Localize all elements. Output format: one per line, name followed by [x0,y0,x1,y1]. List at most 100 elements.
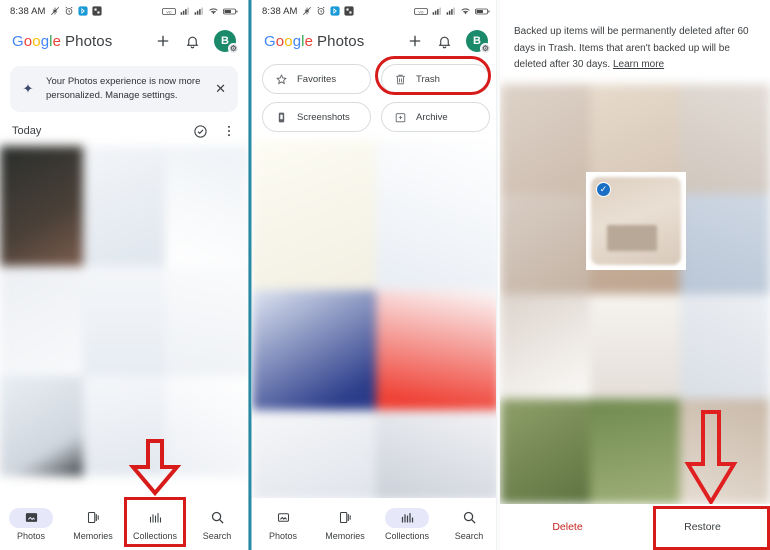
photo-thumbnail[interactable] [376,140,500,290]
photo-thumbnail[interactable] [680,293,770,399]
delete-button[interactable]: Delete [500,521,635,533]
nav-item-photos[interactable]: Photos [252,498,314,550]
photo-thumbnail[interactable] [82,265,166,376]
photo-grid-row [252,290,500,410]
chip-trash[interactable]: Trash [381,64,490,94]
status-bar-right: VO [162,6,238,16]
signal-sim1-icon [180,6,190,16]
photo-thumbnail[interactable] [0,375,83,476]
add-icon[interactable] [155,33,171,49]
panel-collections: 8:38 AM VO Google Photos B ⚙ Favorites T… [252,0,500,550]
bell-icon[interactable] [437,34,452,49]
nav-label-search: Search [202,530,232,541]
bluetooth-icon [77,6,88,16]
learn-more-link[interactable]: Learn more [613,59,664,70]
chip-archive[interactable]: Archive [381,102,490,132]
star-icon [275,73,288,86]
app-bar: Google Photos B ⚙ [0,22,248,60]
memories-icon [323,508,367,528]
avatar[interactable]: B ⚙ [466,30,491,54]
more-vertical-icon[interactable] [222,124,236,138]
photo-thumbnail[interactable] [500,83,590,194]
nav-item-search[interactable]: Search [186,498,248,550]
screenshot-stage: 8:38 AM VO Google Photos B ⚙ ✦ Your Phot… [0,0,770,550]
photo-thumbnail[interactable] [252,410,376,500]
avatar[interactable]: B ⚙ [214,30,239,54]
vowifi-icon: VO [414,7,428,16]
check-circle-icon[interactable] [193,124,208,139]
photo-icon [9,507,53,528]
photo-thumbnail[interactable] [680,398,770,504]
status-bar: 8:38 AM VO [252,0,500,22]
chip-row: Favorites Trash [262,64,490,94]
trash-grid-blur [500,83,770,504]
photo-grid[interactable] [252,140,500,500]
gear-icon: ⚙ [228,43,239,54]
photo-thumbnail[interactable] [376,410,500,500]
status-bar-left: 8:38 AM [10,6,102,17]
app-icon [91,6,102,16]
photo-thumbnail[interactable] [680,193,770,294]
restore-button[interactable]: Restore [635,521,770,533]
nav-item-photos[interactable]: Photos [0,498,62,550]
photo-grid[interactable] [0,145,248,476]
nav-item-memories[interactable]: Memories [62,498,124,550]
photo-thumbnail[interactable] [82,145,166,266]
chip-favorites[interactable]: Favorites [262,64,371,94]
photo-grid-row [0,145,248,266]
app-bar: Google Photos B ⚙ [252,22,500,60]
photo-thumbnail[interactable] [82,375,166,476]
nav-label-collections: Collections [384,530,430,541]
wifi-icon [460,6,471,16]
photo-thumbnail[interactable] [165,375,248,476]
alarm-icon [316,6,326,16]
photo-thumbnail[interactable] [0,265,83,376]
trash-icon [394,73,407,86]
bell-icon[interactable] [185,34,200,49]
nav-item-collections[interactable]: Collections [376,498,438,550]
check-icon[interactable]: ✓ [596,181,611,197]
photo-thumbnail[interactable] [500,193,590,294]
photo-thumbnail[interactable] [500,398,590,504]
status-bar-left: 8:38 AM [262,6,354,17]
nav-item-collections[interactable]: Collections [124,498,186,550]
photo-grid-row [500,293,770,399]
photo-thumbnail[interactable] [252,290,376,410]
logo-letter-e: e [52,32,62,50]
logo-letter-o1: o [275,32,285,50]
photo-thumbnail[interactable] [590,398,680,504]
photo-thumbnail[interactable] [500,293,590,399]
photo-thumbnail[interactable] [165,145,248,266]
trash-photo-grid[interactable]: ✓ [500,83,770,504]
trash-notice-line3: deleted after 30 days. [514,59,611,70]
vowifi-icon: VO [162,7,176,16]
chip-screenshots[interactable]: Screenshots [262,102,371,132]
photo-grid-row [500,398,770,504]
collections-chip-grid: Favorites Trash Screenshots Archive [252,60,500,132]
photo-thumbnail[interactable] [376,290,500,410]
add-icon[interactable] [407,33,423,49]
photo-grid-row [252,410,500,500]
nav-item-memories[interactable]: Memories [314,498,376,550]
photo-thumbnail[interactable] [252,140,376,290]
nav-item-search[interactable]: Search [438,498,500,550]
search-icon [447,508,491,528]
photo-thumbnail[interactable] [590,293,680,399]
wifi-icon [208,6,219,16]
svg-text:VO: VO [166,10,171,14]
trash-action-bar: Delete Restore [500,504,770,550]
photo-thumbnail[interactable] [0,145,83,266]
personalization-banner[interactable]: ✦ Your Photos experience is now more per… [10,66,238,112]
selected-photo-thumbnail[interactable]: ✓ [586,171,686,270]
mute-icon [302,6,312,16]
screenshot-icon [275,111,288,124]
battery-icon [475,7,490,16]
trash-notice-line1: Backed up items will be permanently dele… [514,26,735,37]
close-icon[interactable]: ✕ [213,81,228,97]
logo-word-photos: Photos [317,32,365,50]
panel-trash: Backed up items will be permanently dele… [500,0,770,550]
photo-thumbnail[interactable] [165,265,248,376]
sparkle-icon: ✦ [22,80,34,96]
nav-label-search: Search [454,530,484,541]
photo-thumbnail[interactable] [680,83,770,194]
